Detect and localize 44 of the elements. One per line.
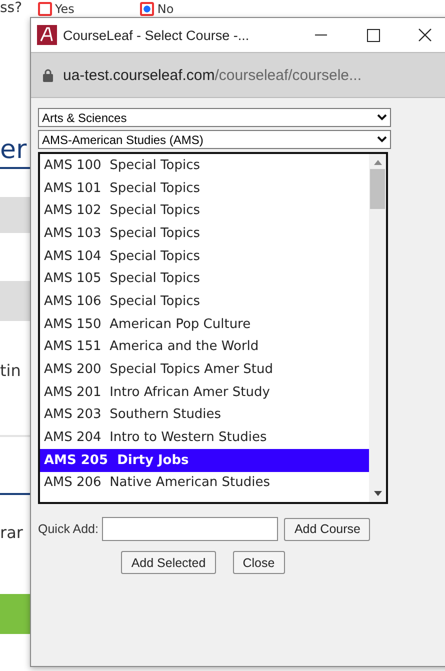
scrollbar-thumb[interactable] <box>370 169 385 209</box>
dialog-button[interactable]: Add Selected <box>121 551 216 574</box>
close-icon <box>418 28 432 42</box>
course-option[interactable]: AMS 103 Special Topics <box>40 222 369 245</box>
logo-icon <box>37 25 57 45</box>
course-option[interactable]: AMS 101 Special Topics <box>40 176 369 200</box>
course-option[interactable]: AMS 200 Special Topics Amer Stud <box>40 358 369 381</box>
add-course-button[interactable]: Add Course <box>284 518 370 540</box>
radio-label: Yes <box>55 2 74 16</box>
course-option[interactable]: AMS 150 American Pop Culture <box>40 312 369 336</box>
course-option[interactable]: AMS 203 Southern Studies <box>40 404 369 426</box>
course-option[interactable]: AMS 106 Special Topics <box>40 290 369 313</box>
course-option[interactable]: AMS 102 Special Topics <box>40 199 369 222</box>
maximize-icon <box>366 28 380 42</box>
course-option[interactable]: AMS 204 Intro to Western Studies <box>40 426 369 449</box>
minimize-icon <box>315 34 327 36</box>
course-option[interactable]: AMS 105 Special Topics <box>40 267 369 290</box>
quick-add-label: Quick Add: <box>38 522 98 536</box>
lock-icon <box>43 68 53 82</box>
course-option[interactable]: AMS 205 Dirty Jobs <box>40 448 369 472</box>
form-row-background <box>0 197 30 233</box>
field-label: rar <box>0 523 24 542</box>
chevron-icon <box>377 114 387 121</box>
radio-button[interactable] <box>38 2 52 16</box>
form-row-background <box>0 281 30 321</box>
scrollbar[interactable] <box>369 154 386 502</box>
course-option[interactable]: AMS 206 Native American Studies <box>40 472 369 494</box>
question-text: ss? <box>0 1 24 16</box>
scroll-up-icon[interactable] <box>374 160 382 165</box>
window-title: CourseLeaf - Select Course -... <box>63 28 250 42</box>
field-label: tin <box>0 361 22 380</box>
radio-label: No <box>157 2 174 16</box>
dialog-button[interactable]: Close <box>232 551 285 574</box>
course-option[interactable]: AMS 100 Special Topics <box>40 154 369 177</box>
url-text[interactable]: ua-test.courseleaf.com/courseleaf/coursele... <box>63 66 362 84</box>
quick-add-field[interactable] <box>102 517 278 541</box>
chevron-icon <box>377 136 387 143</box>
course-option[interactable]: AMS 201 Intro African Amer Study <box>40 380 369 404</box>
course-option[interactable]: AMS 151 America and the World <box>40 336 369 358</box>
course-option[interactable]: AMS 104 Special Topics <box>40 244 369 268</box>
subject-dropdown[interactable]: AMS-American Studies (AMS) <box>38 130 391 149</box>
radio-button[interactable] <box>140 2 154 16</box>
scroll-down-icon[interactable] <box>374 491 382 496</box>
college-dropdown[interactable]: Arts & Sciences <box>38 108 391 127</box>
